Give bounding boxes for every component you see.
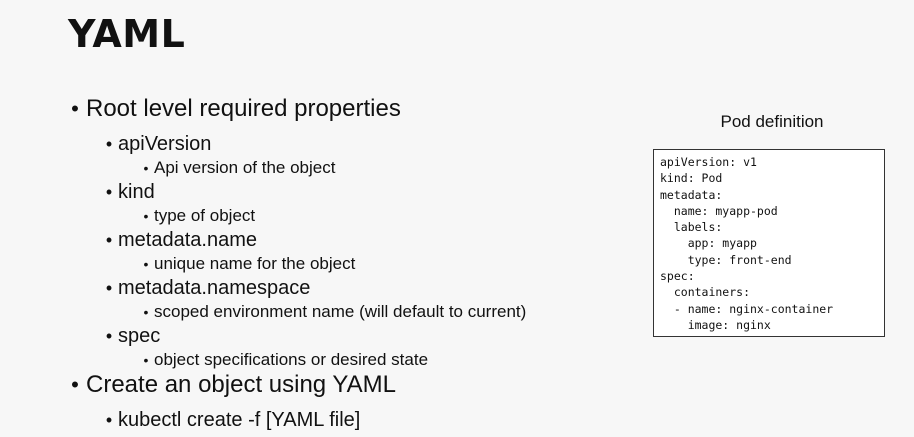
bullet-text: Create an object using YAML bbox=[86, 371, 396, 398]
bullet-list: • Root level required properties • apiVe… bbox=[64, 94, 624, 432]
bullet-dot: • bbox=[105, 134, 113, 154]
bullet-text: apiVersion bbox=[118, 133, 212, 155]
code-line: apiVersion: v1 bbox=[660, 155, 757, 169]
bullet-dot: • bbox=[143, 304, 149, 320]
bullet-text: scoped environment name (will default to… bbox=[154, 302, 527, 321]
code-line: image: nginx bbox=[660, 317, 771, 332]
bullet-dot: • bbox=[105, 230, 113, 250]
bullet-create-object: • Create an object using YAML bbox=[64, 370, 624, 408]
bullet-text: object specifications or desired state bbox=[154, 350, 429, 369]
bullet-metadata-name-desc: • unique name for the object bbox=[64, 252, 624, 276]
bullet-text: type of object bbox=[154, 206, 256, 225]
bullet-dot: • bbox=[105, 410, 113, 430]
code-line: labels: bbox=[660, 220, 723, 235]
bullet-apiversion: • apiVersion bbox=[64, 132, 624, 156]
code-line: - name: nginx-container bbox=[660, 301, 834, 316]
bullet-text: unique name for the object bbox=[154, 254, 356, 273]
bullet-dot: • bbox=[105, 278, 113, 298]
bullet-dot: • bbox=[143, 160, 149, 176]
code-line: type: front-end bbox=[660, 252, 792, 267]
bullet-apiversion-desc: • Api version of the object bbox=[64, 156, 624, 180]
bullet-kind-desc: • type of object bbox=[64, 204, 624, 228]
bullet-text: kind bbox=[118, 181, 155, 203]
code-line: containers: bbox=[660, 285, 751, 300]
bullet-metadata-name: • metadata.name bbox=[64, 228, 624, 252]
bullet-metadata-namespace: • metadata.namespace bbox=[64, 276, 624, 300]
bullet-text: kubectl create -f [YAML file] bbox=[118, 409, 361, 431]
bullet-dot: • bbox=[143, 208, 149, 224]
code-line: spec: bbox=[660, 269, 695, 284]
bullet-dot: • bbox=[143, 352, 149, 368]
code-line: app: myapp bbox=[660, 236, 757, 251]
bullet-create-command: • kubectl create -f [YAML file] bbox=[64, 408, 624, 432]
code-line: metadata: bbox=[660, 187, 723, 202]
bullet-text: spec bbox=[118, 325, 161, 347]
pod-definition-code-box: apiVersion: v1 kind: Pod metadata: name:… bbox=[653, 149, 885, 337]
bullet-root-properties: • Root level required properties bbox=[64, 94, 624, 132]
bullet-spec-desc: • object specifications or desired state bbox=[64, 348, 624, 372]
code-line: name: myapp-pod bbox=[660, 203, 778, 218]
bullet-dot: • bbox=[105, 182, 113, 202]
slide-title: YAML bbox=[68, 12, 186, 56]
bullet-spec: • spec bbox=[64, 324, 624, 348]
bullet-text: metadata.namespace bbox=[118, 277, 311, 299]
bullet-dot: • bbox=[105, 326, 113, 346]
pod-definition-caption: Pod definition bbox=[720, 112, 824, 131]
bullet-dot: • bbox=[71, 96, 79, 121]
bullet-kind: • kind bbox=[64, 180, 624, 204]
bullet-text: Api version of the object bbox=[154, 158, 336, 177]
bullet-dot: • bbox=[71, 372, 79, 397]
bullet-text: metadata.name bbox=[118, 229, 257, 251]
bullet-dot: • bbox=[143, 256, 149, 272]
code-line: kind: Pod bbox=[660, 171, 723, 186]
bullet-text: Root level required properties bbox=[86, 95, 401, 122]
bullet-metadata-namespace-desc: • scoped environment name (will default … bbox=[64, 300, 624, 324]
